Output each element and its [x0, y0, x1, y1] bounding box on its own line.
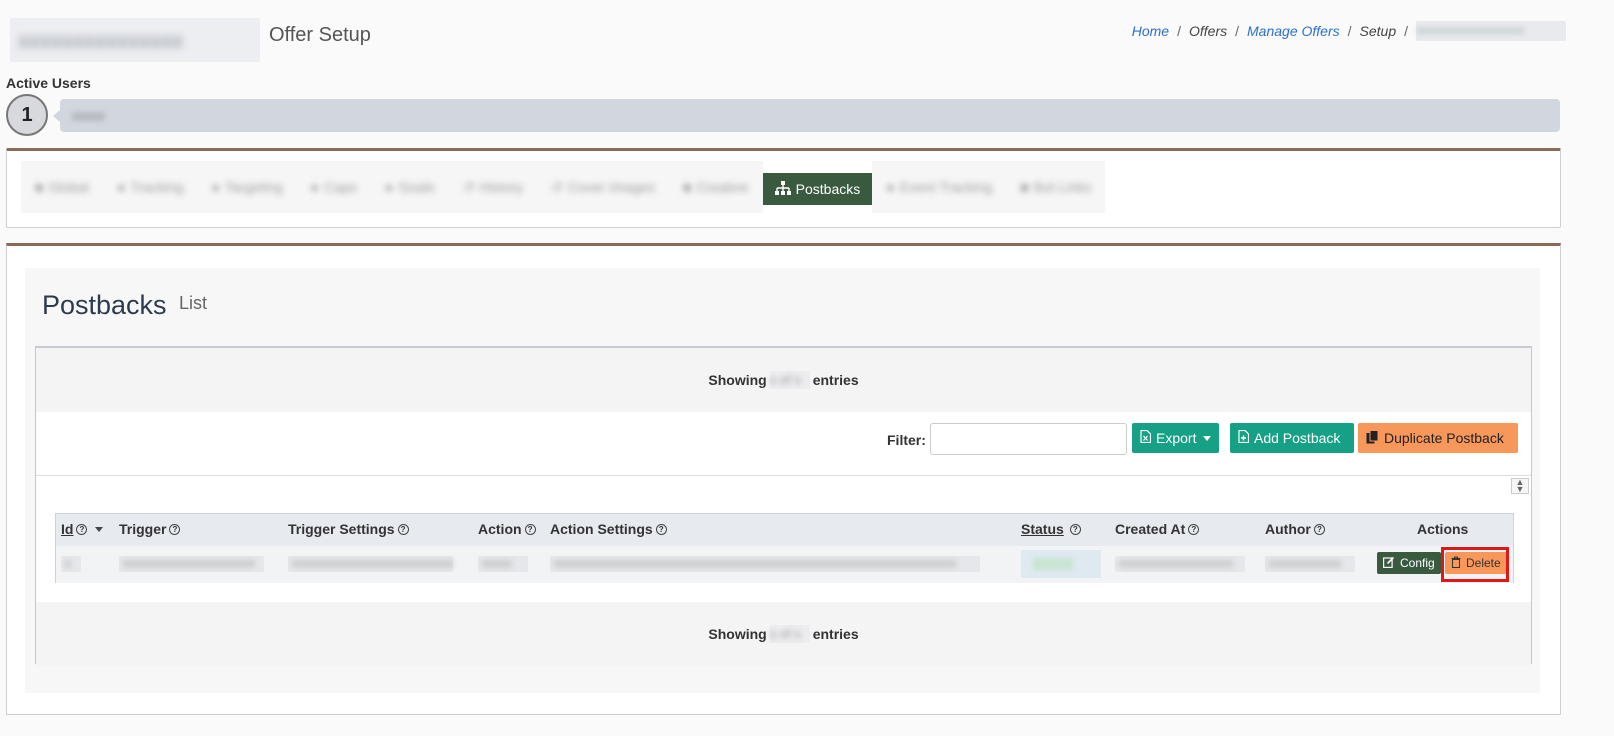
- active-user-count-badge: 1: [6, 94, 48, 136]
- cell-author-redacted: xxxxxxxxxxxx: [1265, 556, 1355, 572]
- file-plus-icon: [1238, 429, 1250, 446]
- globe-icon: ■: [35, 179, 44, 195]
- breadcrumb-manage-offers-link[interactable]: Manage Offers: [1247, 23, 1340, 39]
- goals-icon: ●: [384, 179, 394, 195]
- help-icon: ?: [169, 523, 181, 535]
- tab-event-tracking[interactable]: ● Event Tracking: [872, 161, 1007, 213]
- help-icon: ?: [524, 523, 536, 535]
- tab-caps[interactable]: ● Caps: [296, 161, 371, 213]
- breadcrumb-separator: /: [1347, 23, 1352, 39]
- breadcrumb: Home / Offers / Manage Offers / Setup / …: [1132, 21, 1566, 41]
- history-icon: ↺: [462, 178, 475, 195]
- tab-cover-images[interactable]: ↺ Cover Images: [537, 161, 670, 213]
- offer-tabs: ■ Global ● Tracking ● Targeting ● Caps ● Goal…: [21, 161, 1106, 217]
- export-button[interactable]: Export: [1132, 423, 1219, 453]
- offer-tabs-panel: ■ Global ● Tracking ● Targeting ● Caps ● Goal…: [6, 148, 1561, 228]
- tab-postbacks[interactable]: Postbacks: [762, 173, 873, 205]
- filter-label: Filter:: [887, 432, 926, 448]
- image-icon: ↺: [551, 178, 563, 195]
- help-icon: ?: [76, 523, 88, 535]
- tab-creative[interactable]: ■ Creative: [669, 161, 763, 213]
- offer-name-redacted: xxxxxxxxxxxxxxx: [10, 18, 260, 62]
- table-header-row: Id? Trigger? Trigger Settings? Action? A…: [56, 514, 1513, 546]
- add-postback-button[interactable]: Add Postback: [1230, 423, 1354, 453]
- cell-created-at-redacted: xxxxxxxxxxxxxxxxxxx: [1115, 556, 1245, 572]
- copy-icon: [1366, 429, 1379, 447]
- postbacks-table: Id? Trigger? Trigger Settings? Action? A…: [55, 513, 1514, 583]
- event-icon: ●: [886, 179, 895, 195]
- breadcrumb-separator: /: [1235, 23, 1240, 39]
- cell-status-redacted: [1021, 550, 1101, 578]
- section-title: Postbacks: [42, 290, 167, 320]
- entries-count-redacted: x of x: [769, 625, 810, 643]
- cell-action-settings-redacted: xxxxxxxxxxxxxxxxxxxxxxxxxxxxxxxxxxxxxxxx…: [550, 556, 980, 572]
- breadcrumb-separator: /: [1404, 23, 1408, 39]
- tab-bot-links[interactable]: ■ Bot Links: [1006, 161, 1106, 213]
- help-icon: ?: [1188, 523, 1200, 535]
- section-subtitle: List: [179, 293, 208, 313]
- link-icon: ■: [1020, 179, 1029, 195]
- cell-trigger-settings-redacted: xxxxxxxxxxxxxxxxxxxxxxxxxxx: [288, 556, 453, 572]
- active-users-label: Active Users: [6, 75, 91, 91]
- tab-global[interactable]: ■ Global: [21, 161, 103, 213]
- edit-icon: [1383, 556, 1395, 571]
- breadcrumb-separator: /: [1177, 23, 1181, 39]
- sort-desc-icon: [95, 526, 104, 532]
- column-header-created-at[interactable]: Created At?: [1115, 521, 1200, 537]
- tab-tracking[interactable]: ● Tracking: [102, 161, 198, 213]
- help-icon: ?: [655, 523, 667, 535]
- cell-id-redacted: x: [61, 556, 81, 572]
- postbacks-table-panel: Showing x of x entries Filter: Export Ad…: [35, 346, 1532, 666]
- breadcrumb-home-link[interactable]: Home: [1132, 23, 1169, 39]
- column-header-action[interactable]: Action?: [478, 521, 536, 537]
- breadcrumb-setup: Setup: [1359, 23, 1397, 39]
- table-row: x xxxxxxxxxxxxxxxxxxxxxx xxxxxxxxxxxxxxx…: [56, 546, 1513, 583]
- scroll-toggle-icon[interactable]: ▲ ▼: [1511, 478, 1529, 494]
- tracking-icon: ●: [116, 179, 126, 195]
- file-icon: ■: [683, 179, 692, 195]
- tab-targeting[interactable]: ● Targeting: [197, 161, 297, 213]
- target-icon: ●: [211, 179, 221, 195]
- column-header-trigger-settings[interactable]: Trigger Settings?: [288, 521, 409, 537]
- delete-button-highlight: [1441, 547, 1509, 582]
- column-header-action-settings[interactable]: Action Settings?: [550, 521, 667, 537]
- sitemap-icon: [774, 180, 791, 198]
- filter-input[interactable]: [930, 423, 1127, 455]
- showing-entries-top: Showing x of x entries: [36, 348, 1531, 412]
- entries-count-redacted: x of x: [769, 371, 810, 389]
- caps-icon: ●: [310, 179, 320, 195]
- help-icon: ?: [1313, 523, 1325, 535]
- active-user-bubble: xxxxx: [53, 99, 1560, 132]
- config-button[interactable]: Config: [1377, 552, 1441, 574]
- help-icon: ?: [397, 523, 409, 535]
- column-header-trigger[interactable]: Trigger?: [119, 521, 181, 537]
- tab-goals[interactable]: ● Goals: [370, 161, 449, 213]
- table-toolbar: Filter: Export Add Postback Duplicate Po…: [36, 412, 1531, 476]
- duplicate-postback-button[interactable]: Duplicate Postback: [1358, 423, 1518, 453]
- breadcrumb-offers: Offers: [1189, 23, 1228, 39]
- page-title: Offer Setup: [269, 24, 371, 46]
- column-header-status[interactable]: Status?: [1021, 521, 1081, 537]
- tab-history[interactable]: ↺ History: [448, 161, 538, 213]
- breadcrumb-offer-redacted: xxxxxxxxxxxxxxxxxx: [1416, 21, 1566, 41]
- postbacks-content: Postbacks List Showing x of x entries Fi…: [25, 268, 1540, 693]
- column-header-actions: Actions: [1417, 521, 1469, 537]
- page-header: xxxxxxxxxxxxxxx Offer Setup Home / Offer…: [6, 4, 1606, 66]
- column-header-id[interactable]: Id?: [61, 521, 104, 537]
- cell-action-redacted: xxxxx: [478, 556, 528, 572]
- showing-entries-bottom: Showing x of x entries: [36, 602, 1531, 666]
- file-excel-icon: [1140, 429, 1152, 446]
- help-icon: ?: [1069, 523, 1081, 535]
- column-header-author[interactable]: Author?: [1265, 521, 1325, 537]
- postbacks-panel: Postbacks List Showing x of x entries Fi…: [6, 243, 1561, 715]
- cell-trigger-redacted: xxxxxxxxxxxxxxxxxxxxxx: [119, 556, 264, 572]
- chevron-down-icon: [1203, 435, 1212, 441]
- tab-postbacks-label: Postbacks: [795, 181, 861, 197]
